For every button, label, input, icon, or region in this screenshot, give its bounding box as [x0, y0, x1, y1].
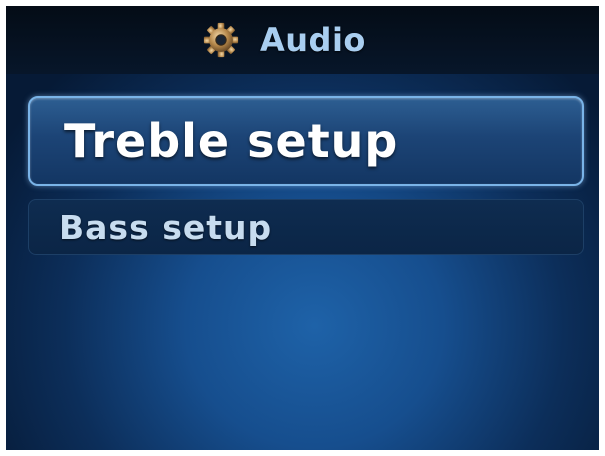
title-bar: Audio — [6, 6, 599, 74]
page-title: Audio — [260, 21, 366, 59]
menu-item-label: Bass setup — [59, 207, 273, 247]
menu-item-bass-setup[interactable]: Bass setup — [28, 199, 584, 255]
header: Audio — [202, 18, 366, 62]
gear-icon — [203, 22, 239, 58]
menu-item-treble-setup[interactable]: Treble setup — [28, 96, 584, 186]
audio-menu-screen: Audio Treble setup Bass setup — [6, 6, 599, 450]
menu-item-label: Treble setup — [64, 114, 399, 168]
